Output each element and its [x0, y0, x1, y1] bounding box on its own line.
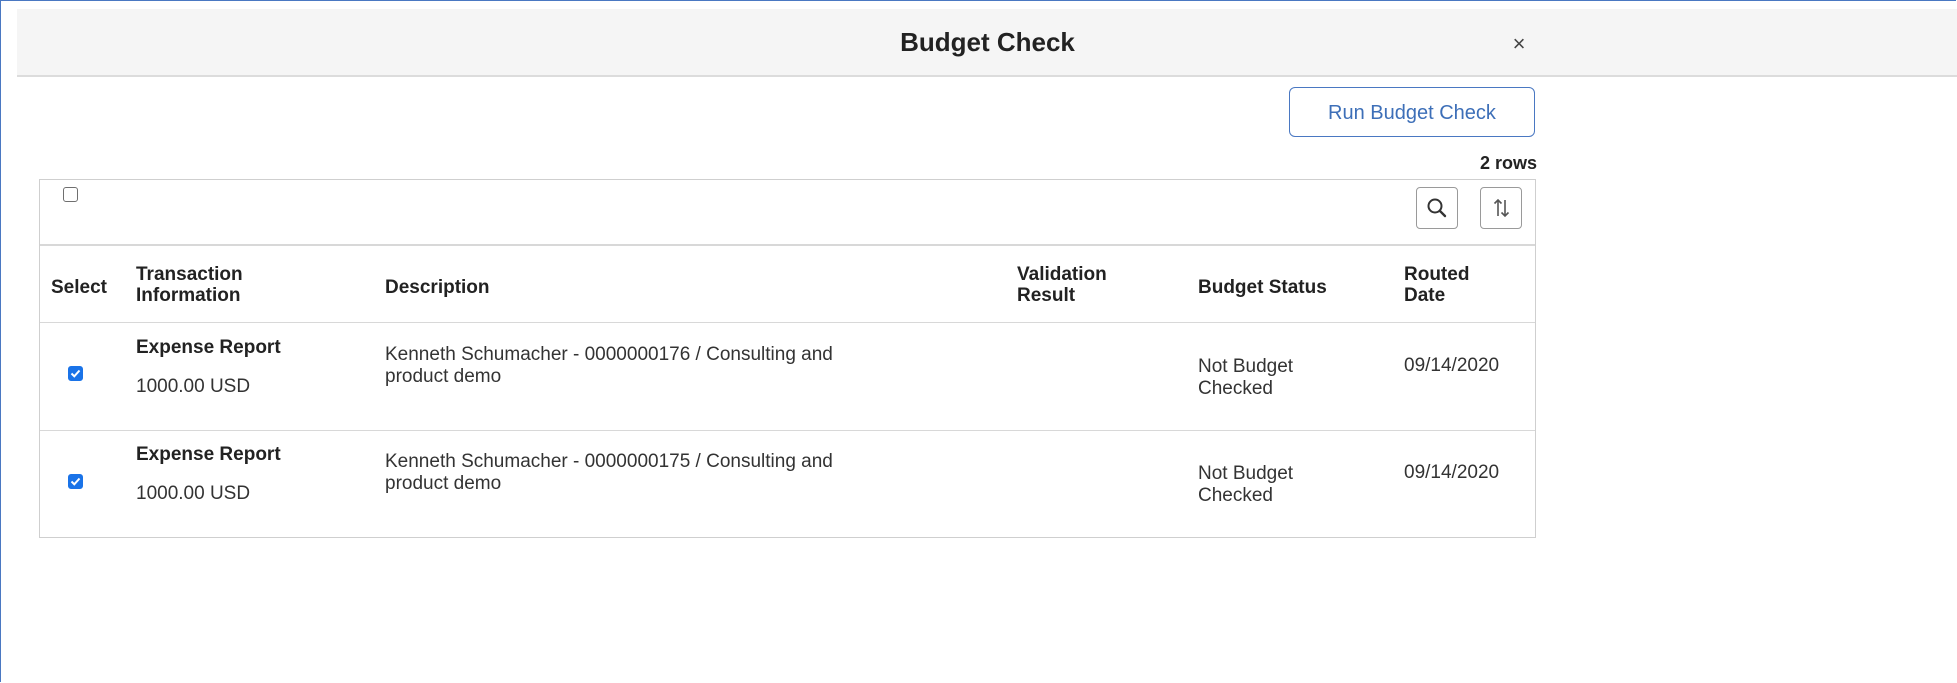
row-description: Kenneth Schumacher - 0000000175 / Consul… [385, 451, 833, 495]
description-line1: Kenneth Schumacher - 0000000176 / Consul… [385, 344, 833, 365]
column-header-transaction-line1: Transaction [136, 264, 243, 285]
column-header-routed-date[interactable]: Routed Date [1404, 264, 1469, 306]
budget-status-line2: Checked [1198, 485, 1273, 506]
column-header-select: Select [51, 277, 107, 298]
table-header-row: Select Transaction Information Descripti… [40, 246, 1535, 323]
search-icon [1427, 198, 1447, 218]
column-header-routed-line2: Date [1404, 285, 1446, 306]
description-line2: product demo [385, 473, 502, 494]
budget-status-line1: Not Budget [1198, 463, 1294, 484]
column-header-validation-line2: Result [1017, 285, 1076, 306]
budget-status: Not Budget Checked [1198, 463, 1293, 507]
budget-status-line2: Checked [1198, 378, 1273, 399]
select-all-checkbox[interactable] [63, 187, 78, 202]
row-description: Kenneth Schumacher - 0000000176 / Consul… [385, 344, 833, 388]
dialog-title: Budget Check [900, 27, 1075, 57]
row-select-checkbox[interactable] [68, 366, 83, 381]
row-select-checkbox[interactable] [68, 474, 83, 489]
description-line2: product demo [385, 366, 502, 387]
run-budget-check-button[interactable]: Run Budget Check [1289, 87, 1535, 137]
transaction-type[interactable]: Expense Report [136, 337, 281, 359]
budget-check-grid: Select Transaction Information Descripti… [39, 179, 1536, 538]
dialog-header: Budget Check [17, 9, 1957, 77]
routed-date: 09/14/2020 [1404, 355, 1500, 376]
close-icon[interactable]: × [1506, 31, 1532, 57]
column-header-description[interactable]: Description [385, 277, 490, 298]
column-header-validation-result[interactable]: Validation Result [1017, 264, 1107, 306]
column-header-budget-status[interactable]: Budget Status [1198, 277, 1327, 298]
column-header-routed-line1: Routed [1404, 264, 1470, 285]
description-line1: Kenneth Schumacher - 0000000175 / Consul… [385, 451, 833, 472]
rows-count-label: 2 rows [1479, 153, 1537, 173]
table-row: Expense Report 1000.00 USD Kenneth Schum… [40, 323, 1535, 431]
sort-button[interactable] [1480, 187, 1522, 229]
budget-check-dialog: Budget Check × Run Budget Check 2 rows S… [0, 0, 1957, 682]
transaction-amount: 1000.00 USD [136, 376, 251, 397]
routed-date: 09/14/2020 [1404, 462, 1500, 483]
checkmark-icon [70, 477, 81, 486]
sort-icon [1493, 198, 1510, 218]
column-header-transaction-information[interactable]: Transaction Information [136, 264, 243, 306]
search-button[interactable] [1416, 187, 1458, 229]
budget-status: Not Budget Checked [1198, 356, 1293, 400]
budget-status-line1: Not Budget [1198, 356, 1294, 377]
checkmark-icon [70, 369, 81, 378]
grid-toolbar [40, 180, 1535, 246]
transaction-amount: 1000.00 USD [136, 483, 251, 504]
column-header-transaction-line2: Information [136, 285, 241, 306]
transaction-type[interactable]: Expense Report [136, 444, 281, 466]
table-row: Expense Report 1000.00 USD Kenneth Schum… [40, 431, 1535, 538]
column-header-validation-line1: Validation [1017, 264, 1107, 285]
